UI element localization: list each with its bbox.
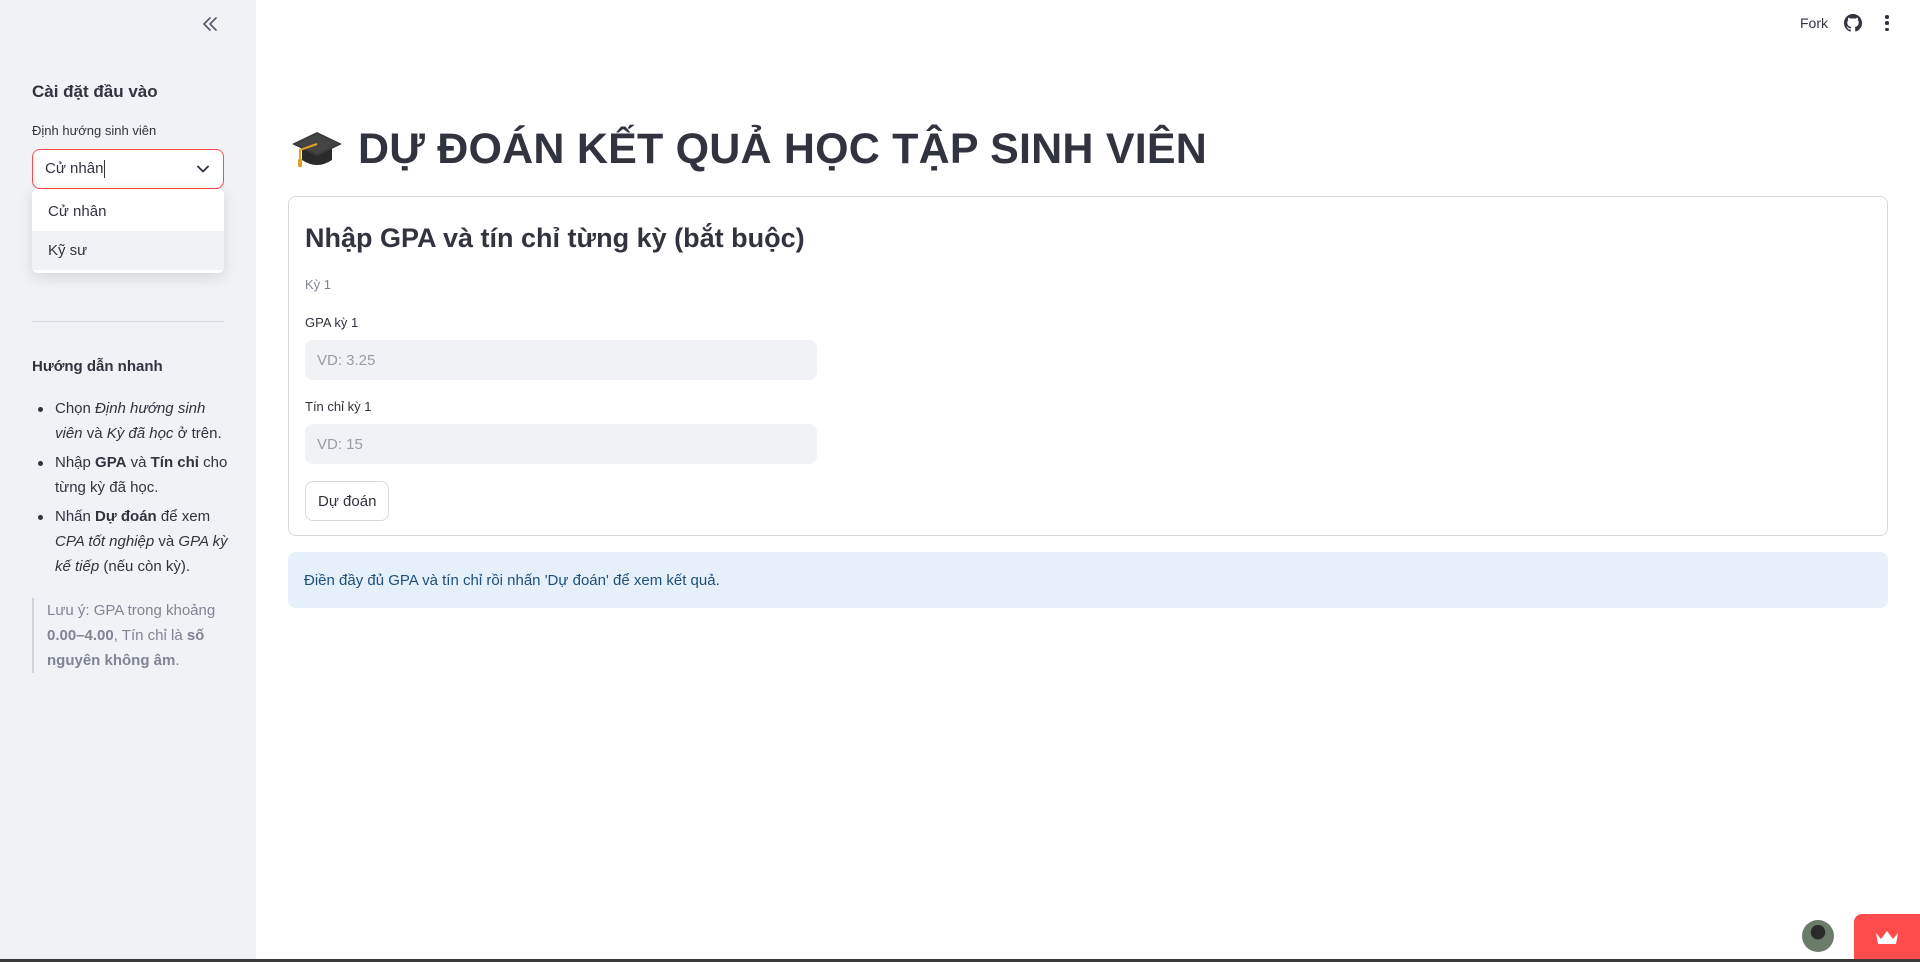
note-text-2: , Tín chỉ là: [113, 627, 187, 644]
credit-label: Tín chỉ kỳ 1: [305, 399, 372, 414]
gpa-form: Nhập GPA và tín chỉ từng kỳ (bắt buộc) K…: [288, 196, 1888, 536]
app-window: Cài đặt đầu vào Định hướng sinh viên Cử …: [0, 0, 1920, 962]
option-ky-su[interactable]: Kỹ sư: [32, 231, 224, 270]
crown-icon[interactable]: [1854, 914, 1920, 962]
note-suffix: .: [175, 652, 180, 669]
collapse-sidebar-icon[interactable]: [196, 12, 224, 36]
guide-item: Nhập GPA và Tín chỉ cho từng kỳ đã học.: [32, 450, 228, 500]
orientation-select[interactable]: Cử nhân: [32, 149, 224, 189]
guide-item-text: Dự đoán: [95, 508, 157, 525]
orientation-select-label: Định hướng sinh viên: [32, 123, 157, 138]
kebab-menu-icon[interactable]: [1882, 13, 1892, 33]
sidebar: Cài đặt đầu vào Định hướng sinh viên Cử …: [0, 0, 256, 962]
predict-button[interactable]: Dự đoán: [305, 481, 390, 521]
sidebar-note: Lưu ý: GPA trong khoảng 0.00–4.00, Tín c…: [32, 598, 228, 673]
guide-item-text: Tín chỉ: [150, 454, 199, 471]
sidebar-header: Cài đặt đầu vào: [32, 82, 158, 101]
page-title: DỰ ĐOÁN KẾT QUẢ HỌC TẬP SINH VIÊN: [358, 125, 1207, 173]
quick-guide-title: Hướng dẫn nhanh: [32, 358, 163, 375]
guide-item-text: để xem: [156, 508, 211, 525]
guide-item: Chọn Định hướng sinh viên và Kỳ đã học ở…: [32, 396, 228, 446]
guide-item-text: Nhập: [55, 454, 96, 471]
note-range: 0.00–4.00: [47, 627, 114, 644]
guide-item-text: Kỳ đã học: [106, 425, 174, 442]
quick-guide-list: Chọn Định hướng sinh viên và Kỳ đã học ở…: [32, 396, 228, 583]
gpa-label: GPA kỳ 1: [305, 315, 359, 330]
credit-input[interactable]: [305, 424, 817, 464]
guide-item-text: và: [154, 533, 179, 550]
guide-item-text: Chọn: [55, 400, 96, 417]
semester-label: Kỳ 1: [305, 277, 332, 292]
guide-item: Nhấn Dự đoán để xem CPA tốt nghiệp và GP…: [32, 504, 228, 579]
avatar[interactable]: [1802, 920, 1834, 952]
guide-item-text: (nếu còn kỳ).: [99, 558, 191, 575]
guide-item-text: và: [82, 425, 107, 442]
info-alert: Điền đầy đủ GPA và tín chỉ rồi nhấn 'Dự …: [288, 552, 1888, 608]
guide-item-text: ở trên.: [173, 425, 222, 442]
github-icon[interactable]: [1844, 14, 1862, 32]
page-title-row: DỰ ĐOÁN KẾT QUẢ HỌC TẬP SINH VIÊN: [290, 125, 1207, 174]
info-alert-text: Điền đầy đủ GPA và tín chỉ rồi nhấn 'Dự …: [304, 571, 720, 589]
orientation-dropdown: Cử nhân Kỹ sư: [32, 189, 224, 273]
guide-item-text: Nhấn: [55, 508, 96, 525]
fork-link[interactable]: Fork: [1800, 15, 1828, 31]
note-text: Lưu ý: GPA trong khoảng: [47, 602, 216, 619]
guide-item-text: CPA tốt nghiệp: [55, 533, 155, 550]
guide-item-text: GPA: [95, 454, 127, 471]
guide-item-text: và: [126, 454, 151, 471]
chevron-down-icon[interactable]: [195, 161, 211, 177]
gpa-input[interactable]: [305, 340, 817, 380]
graduation-cap-icon: [290, 128, 344, 172]
form-title: Nhập GPA và tín chỉ từng kỳ (bắt buộc): [305, 223, 805, 253]
option-cu-nhan[interactable]: Cử nhân: [32, 192, 224, 231]
sidebar-divider: [32, 321, 224, 322]
orientation-select-value: Cử nhân: [45, 159, 106, 179]
